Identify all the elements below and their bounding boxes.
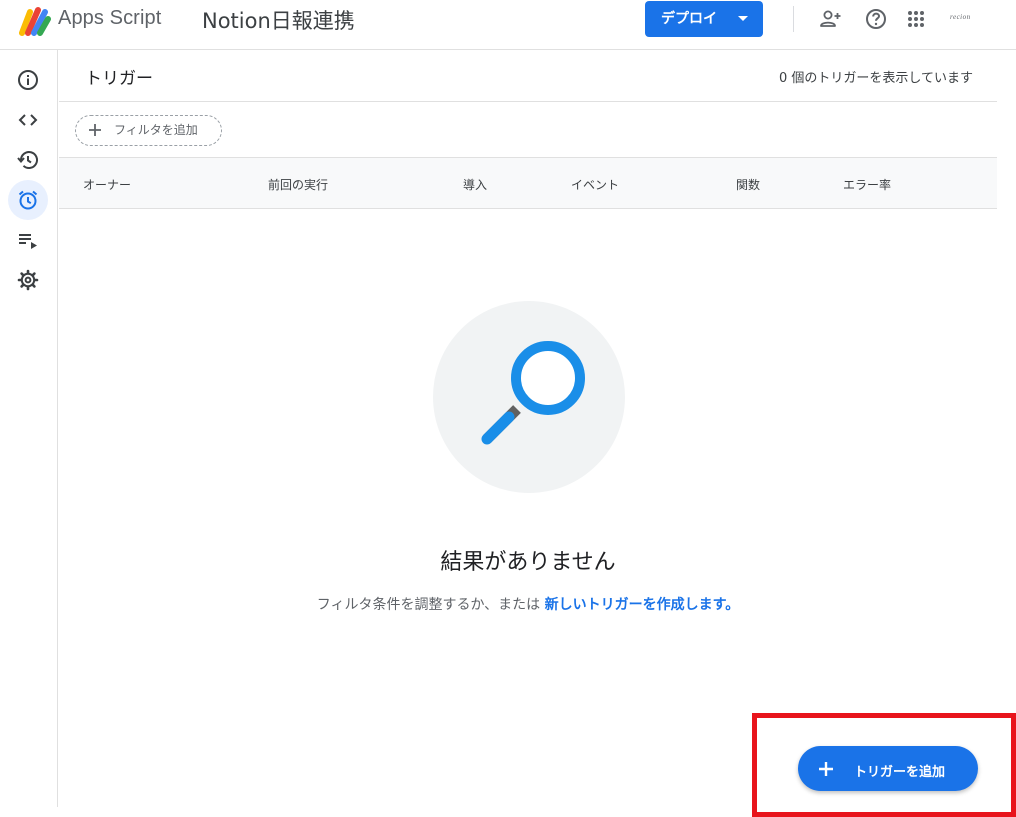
page-title: トリガー bbox=[85, 69, 153, 89]
deploy-button[interactable]: デプロイ bbox=[645, 1, 763, 37]
column-header-function[interactable]: 関数 bbox=[736, 176, 760, 193]
apps-script-logo-icon[interactable] bbox=[19, 6, 51, 36]
empty-state-title: 結果がありません bbox=[440, 550, 616, 575]
column-header-event[interactable]: イベント bbox=[571, 176, 619, 193]
project-name[interactable]: Notion日報連携 bbox=[202, 5, 355, 35]
account-avatar[interactable]: recion bbox=[950, 13, 971, 21]
sidebar-item-triggers[interactable] bbox=[8, 180, 48, 220]
magnifier-icon bbox=[481, 341, 585, 445]
column-header-deployment[interactable]: 導入 bbox=[463, 176, 487, 193]
alarm-clock-icon bbox=[18, 190, 38, 210]
apps-grid-icon[interactable] bbox=[904, 7, 928, 31]
plus-icon bbox=[819, 762, 833, 776]
top-bar: Apps Script Notion日報連携 デプロイ recion bbox=[0, 0, 1016, 50]
add-filter-button[interactable]: フィルタを追加 bbox=[75, 115, 222, 146]
history-icon bbox=[17, 151, 38, 169]
sidebar-item-executions[interactable] bbox=[8, 140, 48, 180]
chevron-down-icon bbox=[738, 16, 748, 21]
divider bbox=[59, 101, 997, 102]
triggers-panel: トリガー 0 個のトリガーを表示しています フィルタを追加 オーナー 前回の実行… bbox=[59, 50, 997, 807]
sidebar-item-overview[interactable] bbox=[8, 60, 48, 100]
empty-state-text: フィルタ条件を調整するか、または bbox=[316, 597, 541, 613]
sidebar bbox=[0, 50, 58, 807]
deploy-button-label: デプロイ bbox=[661, 11, 717, 27]
table-header: オーナー 前回の実行 導入 イベント 関数 エラー率 bbox=[59, 157, 997, 209]
header-divider bbox=[793, 6, 794, 32]
info-icon bbox=[18, 70, 38, 90]
add-person-icon[interactable] bbox=[818, 7, 842, 31]
add-trigger-button[interactable]: トリガーを追加 bbox=[798, 746, 978, 791]
playlist-play-icon bbox=[19, 234, 37, 249]
column-header-error-rate[interactable]: エラー率 bbox=[843, 176, 891, 193]
gear-icon bbox=[17, 269, 39, 291]
add-trigger-label: トリガーを追加 bbox=[854, 765, 946, 780]
column-header-owner[interactable]: オーナー bbox=[83, 176, 131, 193]
code-icon bbox=[18, 114, 38, 126]
sidebar-item-executions-log[interactable] bbox=[8, 220, 48, 260]
create-trigger-link[interactable]: 新しいトリガーを作成します。 bbox=[545, 597, 740, 613]
app-name[interactable]: Apps Script bbox=[58, 7, 161, 30]
empty-state-illustration bbox=[433, 301, 625, 493]
sidebar-item-settings[interactable] bbox=[8, 260, 48, 300]
trigger-count: 0 個のトリガーを表示しています bbox=[778, 71, 973, 86]
help-icon[interactable] bbox=[864, 7, 888, 31]
sidebar-item-editor[interactable] bbox=[8, 100, 48, 140]
add-filter-label: フィルタを追加 bbox=[114, 123, 198, 137]
plus-icon bbox=[89, 124, 101, 136]
empty-state-description: フィルタ条件を調整するか、または 新しいトリガーを作成します。 bbox=[59, 594, 997, 614]
column-header-last-run[interactable]: 前回の実行 bbox=[268, 176, 328, 193]
